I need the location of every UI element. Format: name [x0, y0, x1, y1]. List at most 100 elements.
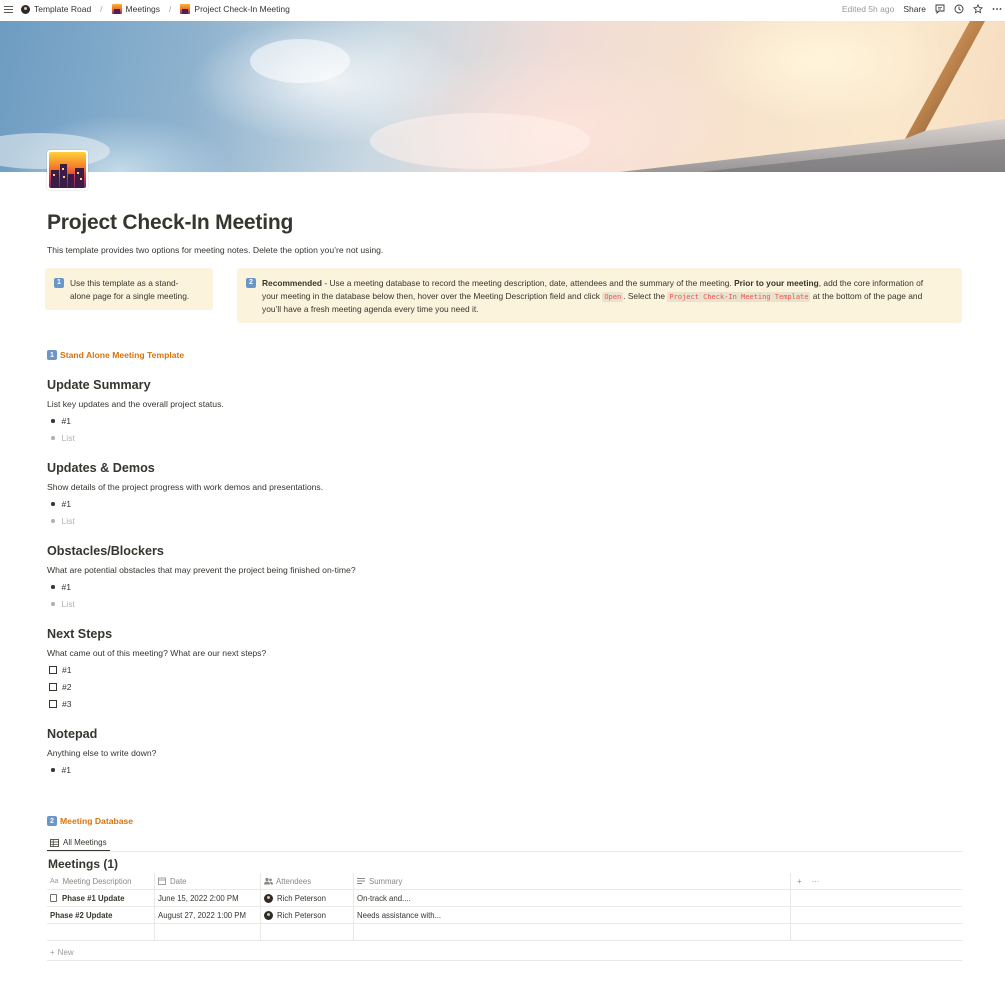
workspace-avatar-icon — [21, 4, 30, 14]
inline-code-open: Open — [602, 291, 624, 302]
checkbox[interactable] — [49, 666, 57, 674]
section-link-label: Meeting Database — [60, 816, 134, 826]
column-header-description[interactable]: Aa Meeting Description — [47, 873, 155, 889]
city-page-icon — [111, 4, 122, 14]
top-bar: Template Road / Meetings / Project Check… — [0, 0, 1005, 18]
share-button[interactable]: Share — [903, 4, 926, 14]
city-sunset-icon — [49, 152, 86, 188]
user-avatar — [264, 893, 273, 903]
cell-attendees[interactable]: Rich Peterson — [261, 890, 354, 906]
keycap-one-icon: 1 — [47, 350, 57, 360]
table-row[interactable]: Phase #1 Update June 15, 2022 2:00 PM Ri… — [47, 890, 962, 907]
more-options-icon[interactable]: ··· — [812, 877, 820, 886]
view-tab-all-meetings[interactable]: All Meetings — [47, 835, 110, 852]
column-header-attendees[interactable]: Attendees — [261, 873, 354, 889]
todo-item[interactable]: #1 — [49, 665, 72, 675]
view-tab-label: All Meetings — [63, 838, 107, 847]
cover-image[interactable] — [0, 21, 1005, 172]
paragraph[interactable]: What are potential obstacles that may pr… — [47, 565, 356, 575]
inline-code-template: Project Check-In Meeting Template — [667, 291, 811, 302]
cell-description[interactable]: Phase #1 Update — [47, 890, 155, 906]
breadcrumb-item-workspace[interactable]: Template Road — [21, 4, 91, 14]
airplane-wing-graphic — [0, 21, 1005, 172]
breadcrumb-label: Meetings — [125, 4, 161, 14]
callout-standalone: 1 Use this template as a stand- alone pa… — [45, 268, 213, 310]
column-header-actions: + ··· — [791, 873, 962, 889]
section-link-database[interactable]: 2 Meeting Database — [47, 816, 133, 826]
text-lines-icon — [357, 877, 365, 885]
list-item[interactable]: #1 — [51, 499, 71, 509]
breadcrumb-separator: / — [169, 4, 172, 14]
top-actions: Edited 5h ago Share — [842, 0, 1002, 18]
star-icon[interactable] — [972, 3, 984, 14]
list-item-placeholder[interactable]: List — [51, 516, 75, 526]
paragraph[interactable]: Show details of the project progress wit… — [47, 482, 323, 492]
table-header-row: Aa Meeting Description Date Attendees Su… — [47, 873, 962, 890]
checkbox[interactable] — [49, 700, 57, 708]
section-link-standalone[interactable]: 1 Stand Alone Meeting Template — [47, 350, 184, 360]
column-header-summary[interactable]: Summary — [354, 873, 791, 889]
column-header-date[interactable]: Date — [155, 873, 261, 889]
paragraph[interactable]: List key updates and the overall project… — [47, 399, 224, 409]
user-avatar — [264, 910, 273, 920]
list-item[interactable]: #1 — [51, 765, 71, 775]
breadcrumb: Template Road / Meetings / Project Check… — [21, 4, 290, 14]
people-icon — [264, 877, 273, 885]
heading-next-steps[interactable]: Next Steps — [47, 627, 112, 641]
list-item[interactable]: #1 — [51, 416, 71, 426]
heading-updates-demos[interactable]: Updates & Demos — [47, 461, 155, 475]
table-row[interactable]: Phase #2 Update August 27, 2022 1:00 PM … — [47, 907, 962, 924]
edited-timestamp: Edited 5h ago — [841, 4, 895, 14]
cell-empty — [791, 890, 962, 906]
todo-item[interactable]: #3 — [49, 699, 72, 709]
add-property-icon[interactable]: + — [797, 877, 802, 886]
plus-icon: + — [50, 948, 55, 957]
cell-summary[interactable]: Needs assistance with... — [354, 907, 791, 923]
new-row-button[interactable]: + New — [47, 945, 962, 961]
heading-obstacles[interactable]: Obstacles/Blockers — [47, 544, 164, 558]
heading-update-summary[interactable]: Update Summary — [47, 378, 151, 392]
breadcrumb-item-current[interactable]: Project Check-In Meeting — [180, 4, 290, 14]
comment-icon[interactable] — [935, 4, 945, 15]
paragraph[interactable]: Anything else to write down? — [47, 748, 156, 758]
list-item-placeholder[interactable]: List — [51, 433, 75, 443]
page-intro: This template provides two options for m… — [47, 245, 384, 255]
callout-text: Recommended - Use a meeting database to … — [262, 278, 924, 315]
cell-empty — [791, 907, 962, 923]
breadcrumb-label: Project Check-In Meeting — [194, 4, 290, 14]
keycap-two-icon: 2 — [47, 816, 57, 826]
paragraph[interactable]: What came out of this meeting? What are … — [47, 648, 266, 658]
page-title[interactable]: Project Check-In Meeting — [47, 211, 293, 235]
divider — [47, 851, 962, 852]
table-view-icon — [50, 838, 59, 847]
meetings-table: Aa Meeting Description Date Attendees Su… — [47, 873, 962, 941]
city-page-icon — [180, 4, 191, 14]
text-property-icon: Aa — [50, 877, 59, 885]
page-doc-icon — [50, 894, 57, 902]
section-link-label: Stand Alone Meeting Template — [60, 350, 185, 360]
breadcrumb-item-meetings[interactable]: Meetings — [111, 4, 161, 14]
keycap-one-icon: 1 — [54, 278, 64, 288]
more-icon[interactable] — [992, 4, 1002, 14]
checkbox[interactable] — [49, 683, 57, 691]
todo-item[interactable]: #2 — [49, 682, 72, 692]
keycap-two-icon: 2 — [246, 278, 256, 288]
heading-notepad[interactable]: Notepad — [47, 727, 97, 741]
callout-text: Use this template as a stand- alone page… — [70, 278, 190, 301]
callout-recommended: 2 Recommended - Use a meeting database t… — [237, 268, 962, 323]
cell-date[interactable]: June 15, 2022 2:00 PM — [155, 890, 261, 906]
sidebar-menu-icon[interactable] — [4, 5, 13, 13]
table-row-empty[interactable] — [47, 924, 962, 941]
cell-description[interactable]: Phase #2 Update — [47, 907, 155, 923]
list-item[interactable]: #1 — [51, 582, 71, 592]
list-item-placeholder[interactable]: List — [51, 599, 75, 609]
breadcrumb-separator: / — [100, 4, 103, 14]
database-title[interactable]: Meetings (1) — [48, 857, 118, 871]
cell-attendees[interactable]: Rich Peterson — [261, 907, 354, 923]
new-row-label: New — [57, 948, 74, 957]
history-icon[interactable] — [954, 4, 964, 14]
calendar-icon — [158, 877, 166, 885]
cell-date[interactable]: August 27, 2022 1:00 PM — [155, 907, 261, 923]
cell-summary[interactable]: On-track and.... — [354, 890, 791, 906]
page-icon[interactable] — [47, 150, 88, 190]
